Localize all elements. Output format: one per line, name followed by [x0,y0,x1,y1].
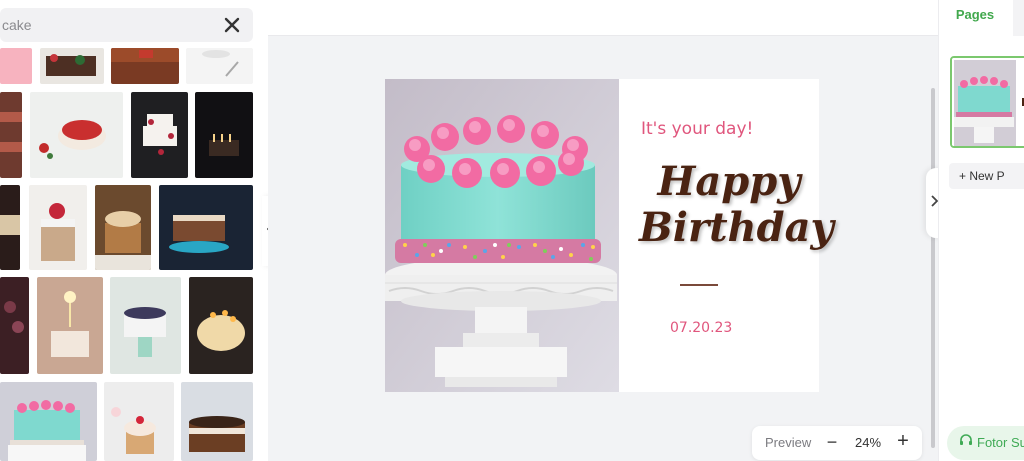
image-result[interactable] [104,382,174,461]
tab-pages[interactable]: Pages [939,0,1011,36]
vertical-scrollbar[interactable] [931,88,935,448]
canvas-workspace: It's your day! Happy Birthday 07.20.23 P… [268,0,938,461]
image-result[interactable] [37,277,103,374]
image-result[interactable] [29,185,87,270]
image-search-panel [0,0,262,461]
image-result[interactable] [0,185,20,270]
zoom-level: 24% [855,435,882,450]
support-label: Fotor Su [977,435,1024,450]
page-thumbnail[interactable] [950,56,1024,148]
image-result[interactable] [30,92,123,178]
image-result[interactable] [0,382,97,461]
image-result[interactable] [111,48,179,84]
preview-button[interactable]: Preview [765,435,811,450]
tab-other[interactable] [1013,0,1024,36]
editor-app: It's your day! Happy Birthday 07.20.23 P… [0,0,1024,461]
image-result[interactable] [110,277,181,374]
new-page-button[interactable]: + New P [949,163,1024,189]
tagline-text[interactable]: It's your day! [641,119,753,139]
support-button[interactable]: Fotor Su [947,426,1024,460]
headline-line-1: Happy [657,158,801,205]
headset-icon [959,427,973,461]
image-result[interactable] [40,48,104,84]
cake-photo[interactable] [385,79,619,392]
image-result[interactable] [95,185,151,270]
image-result[interactable] [0,92,22,178]
zoom-in-button[interactable]: + [895,431,911,451]
search-input[interactable] [2,8,212,42]
image-result[interactable] [0,277,29,374]
image-result[interactable] [181,382,253,461]
zoom-out-button[interactable]: − [824,433,840,451]
image-result[interactable] [131,92,188,178]
divider-line[interactable] [680,284,718,286]
birthday-card-design[interactable]: It's your day! Happy Birthday 07.20.23 [385,79,834,392]
chevron-right-icon [930,194,939,212]
image-result[interactable] [195,92,253,178]
pages-panel: Pages + New P Fotor Su [938,0,1024,461]
image-result[interactable] [0,48,32,84]
headline-line-2: Birthday [639,204,834,251]
image-result[interactable] [159,185,253,270]
workspace-topbar [268,0,938,36]
headline-text[interactable]: Happy Birthday [639,158,834,251]
close-icon[interactable] [221,14,243,36]
image-result[interactable] [186,48,253,84]
search-bar [0,8,253,42]
date-text[interactable]: 07.20.23 [670,320,732,336]
image-results-grid [0,48,262,461]
image-result[interactable] [189,277,253,374]
zoom-controls: Preview − 24% + [752,426,922,460]
